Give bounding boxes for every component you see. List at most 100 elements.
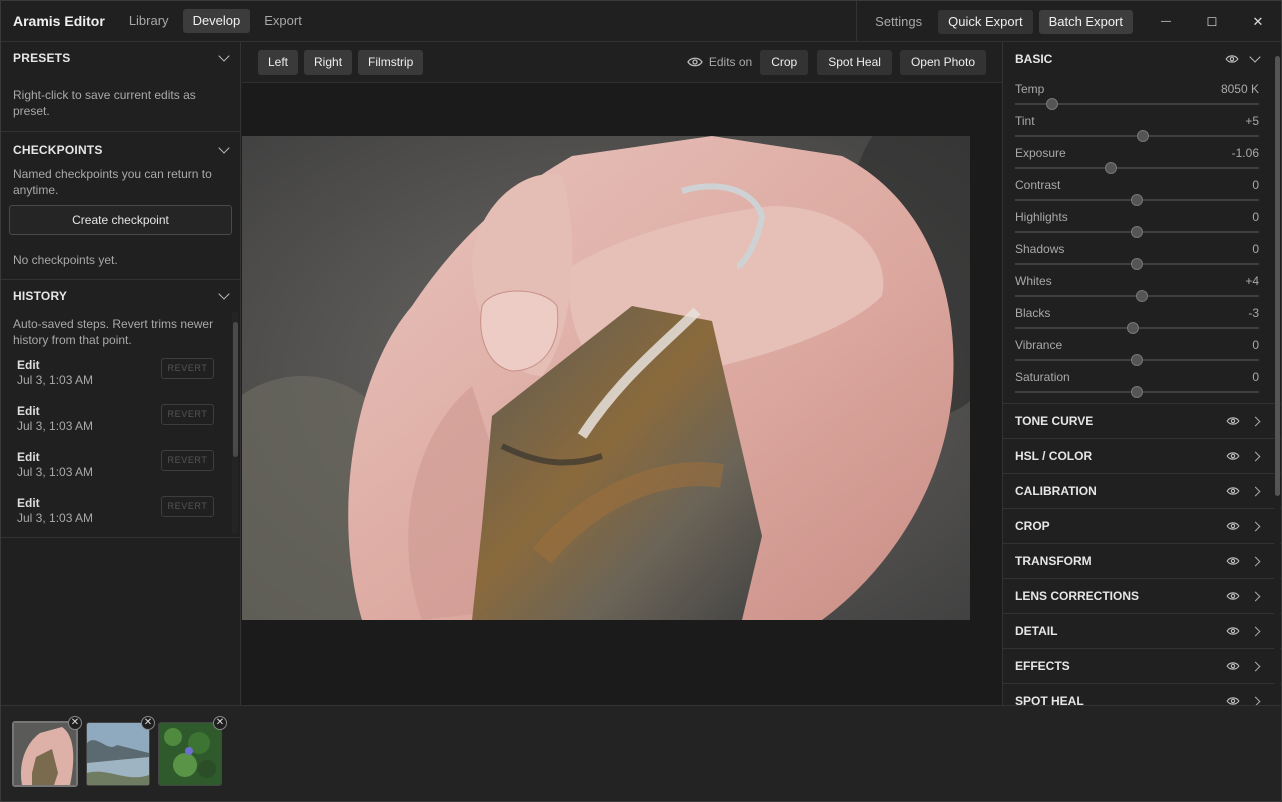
- spot-heal-button[interactable]: Spot Heal: [817, 49, 892, 75]
- left-toggle-button[interactable]: Left: [258, 49, 299, 75]
- checkpoints-empty: No checkpoints yet.: [13, 253, 118, 267]
- right-scrollbar[interactable]: [1274, 42, 1280, 705]
- slider-track[interactable]: [1015, 162, 1259, 174]
- panel-header-calibration[interactable]: CALIBRATION: [1003, 474, 1281, 509]
- remove-thumb-button[interactable]: ✕: [213, 716, 227, 730]
- minimize-button[interactable]: —: [1143, 1, 1189, 42]
- panel-header-effects[interactable]: EFFECTS: [1003, 649, 1281, 684]
- revert-button[interactable]: REVERT: [161, 358, 214, 379]
- section-divider: [1, 131, 240, 132]
- slider-vibrance[interactable]: Vibrance 0: [1003, 332, 1281, 366]
- right-toggle-button[interactable]: Right: [304, 49, 353, 75]
- tab-develop[interactable]: Develop: [182, 9, 251, 33]
- eye-icon[interactable]: [1226, 486, 1240, 496]
- slider-handle[interactable]: [1131, 386, 1143, 398]
- eye-icon[interactable]: [1226, 556, 1240, 566]
- filmstrip-toggle-button[interactable]: Filmstrip: [358, 49, 424, 75]
- eye-icon[interactable]: [1226, 451, 1240, 461]
- slider-value[interactable]: 0: [1252, 210, 1259, 224]
- tab-export[interactable]: Export: [254, 9, 312, 33]
- panel-header-tone-curve[interactable]: TONE CURVE: [1003, 404, 1281, 439]
- filmstrip-thumb[interactable]: [86, 722, 150, 786]
- chevron-right-icon[interactable]: [1250, 626, 1261, 636]
- chevron-right-icon[interactable]: [1250, 696, 1261, 705]
- slider-saturation[interactable]: Saturation 0: [1003, 364, 1281, 398]
- slider-value[interactable]: 0: [1252, 178, 1259, 192]
- chevron-down-icon[interactable]: [1249, 51, 1261, 63]
- eye-icon[interactable]: [1226, 661, 1240, 671]
- slider-value[interactable]: +5: [1245, 114, 1259, 128]
- eye-icon[interactable]: [1226, 521, 1240, 531]
- revert-button[interactable]: REVERT: [161, 404, 214, 425]
- chevron-right-icon[interactable]: [1250, 661, 1261, 671]
- photo-canvas[interactable]: [242, 83, 1002, 705]
- history-scrollbar[interactable]: [232, 312, 238, 534]
- presets-header[interactable]: PRESETS: [1, 42, 240, 74]
- slider-tint[interactable]: Tint +5: [1003, 108, 1281, 142]
- slider-contrast[interactable]: Contrast 0: [1003, 172, 1281, 206]
- eye-icon[interactable]: [1226, 696, 1240, 705]
- revert-button[interactable]: REVERT: [161, 450, 214, 471]
- slider-value[interactable]: 0: [1252, 242, 1259, 256]
- chevron-right-icon[interactable]: [1250, 521, 1261, 531]
- slider-track[interactable]: [1015, 130, 1259, 142]
- chevron-right-icon[interactable]: [1250, 416, 1261, 426]
- slider-temp[interactable]: Temp 8050 K: [1003, 76, 1281, 110]
- create-checkpoint-button[interactable]: Create checkpoint: [9, 205, 232, 235]
- panel-header-transform[interactable]: TRANSFORM: [1003, 544, 1281, 579]
- slider-track[interactable]: [1015, 226, 1259, 238]
- slider-track[interactable]: [1015, 290, 1259, 302]
- slider-value[interactable]: +4: [1245, 274, 1259, 288]
- crop-button[interactable]: Crop: [760, 49, 809, 75]
- basic-header[interactable]: BASIC: [1003, 42, 1281, 76]
- chevron-right-icon[interactable]: [1250, 556, 1261, 566]
- slider-label: Vibrance: [1015, 338, 1063, 352]
- maximize-button[interactable]: ☐: [1189, 1, 1235, 42]
- revert-button[interactable]: REVERT: [161, 496, 214, 517]
- remove-thumb-button[interactable]: ✕: [68, 716, 82, 730]
- filmstrip-thumb[interactable]: [158, 722, 222, 786]
- right-scrollbar-thumb[interactable]: [1275, 56, 1280, 496]
- slider-value[interactable]: 0: [1252, 370, 1259, 384]
- history-item: Edit Jul 3, 1:03 AM REVERT: [1, 398, 240, 444]
- settings-button[interactable]: Settings: [865, 10, 932, 34]
- eye-icon[interactable]: [687, 56, 703, 68]
- slider-value[interactable]: -3: [1248, 306, 1259, 320]
- slider-track[interactable]: [1015, 354, 1259, 366]
- eye-icon[interactable]: [1225, 54, 1239, 64]
- slider-blacks[interactable]: Blacks -3: [1003, 300, 1281, 334]
- tab-library[interactable]: Library: [119, 9, 179, 33]
- slider-value[interactable]: 8050 K: [1221, 82, 1259, 96]
- slider-whites[interactable]: Whites +4: [1003, 268, 1281, 302]
- panel-header-lens-corrections[interactable]: LENS CORRECTIONS: [1003, 579, 1281, 614]
- slider-track[interactable]: [1015, 386, 1259, 398]
- chevron-right-icon[interactable]: [1250, 591, 1261, 601]
- chevron-right-icon[interactable]: [1250, 486, 1261, 496]
- history-header[interactable]: HISTORY: [1, 280, 240, 312]
- panel-header-detail[interactable]: DETAIL: [1003, 614, 1281, 649]
- checkpoints-header[interactable]: CHECKPOINTS: [1, 134, 240, 166]
- panel-header-spot-heal[interactable]: SPOT HEAL: [1003, 684, 1281, 705]
- eye-icon[interactable]: [1226, 591, 1240, 601]
- quick-export-button[interactable]: Quick Export: [938, 9, 1033, 34]
- slider-value[interactable]: 0: [1252, 338, 1259, 352]
- eye-icon[interactable]: [1226, 416, 1240, 426]
- slider-highlights[interactable]: Highlights 0: [1003, 204, 1281, 238]
- close-button[interactable]: ✕: [1235, 1, 1281, 42]
- panel-header-crop[interactable]: CROP: [1003, 509, 1281, 544]
- chevron-right-icon[interactable]: [1250, 451, 1261, 461]
- slider-value[interactable]: -1.06: [1232, 146, 1259, 160]
- eye-icon[interactable]: [1226, 626, 1240, 636]
- slider-track[interactable]: [1015, 322, 1259, 334]
- filmstrip-thumb[interactable]: [12, 721, 78, 787]
- slider-track[interactable]: [1015, 258, 1259, 270]
- slider-track[interactable]: [1015, 98, 1259, 110]
- panel-header-hsl-color[interactable]: HSL / COLOR: [1003, 439, 1281, 474]
- remove-thumb-button[interactable]: ✕: [141, 716, 155, 730]
- open-photo-button[interactable]: Open Photo: [899, 49, 986, 75]
- history-scrollbar-thumb[interactable]: [233, 322, 238, 457]
- slider-track[interactable]: [1015, 194, 1259, 206]
- slider-shadows[interactable]: Shadows 0: [1003, 236, 1281, 270]
- batch-export-button[interactable]: Batch Export: [1038, 9, 1133, 34]
- slider-exposure[interactable]: Exposure -1.06: [1003, 140, 1281, 174]
